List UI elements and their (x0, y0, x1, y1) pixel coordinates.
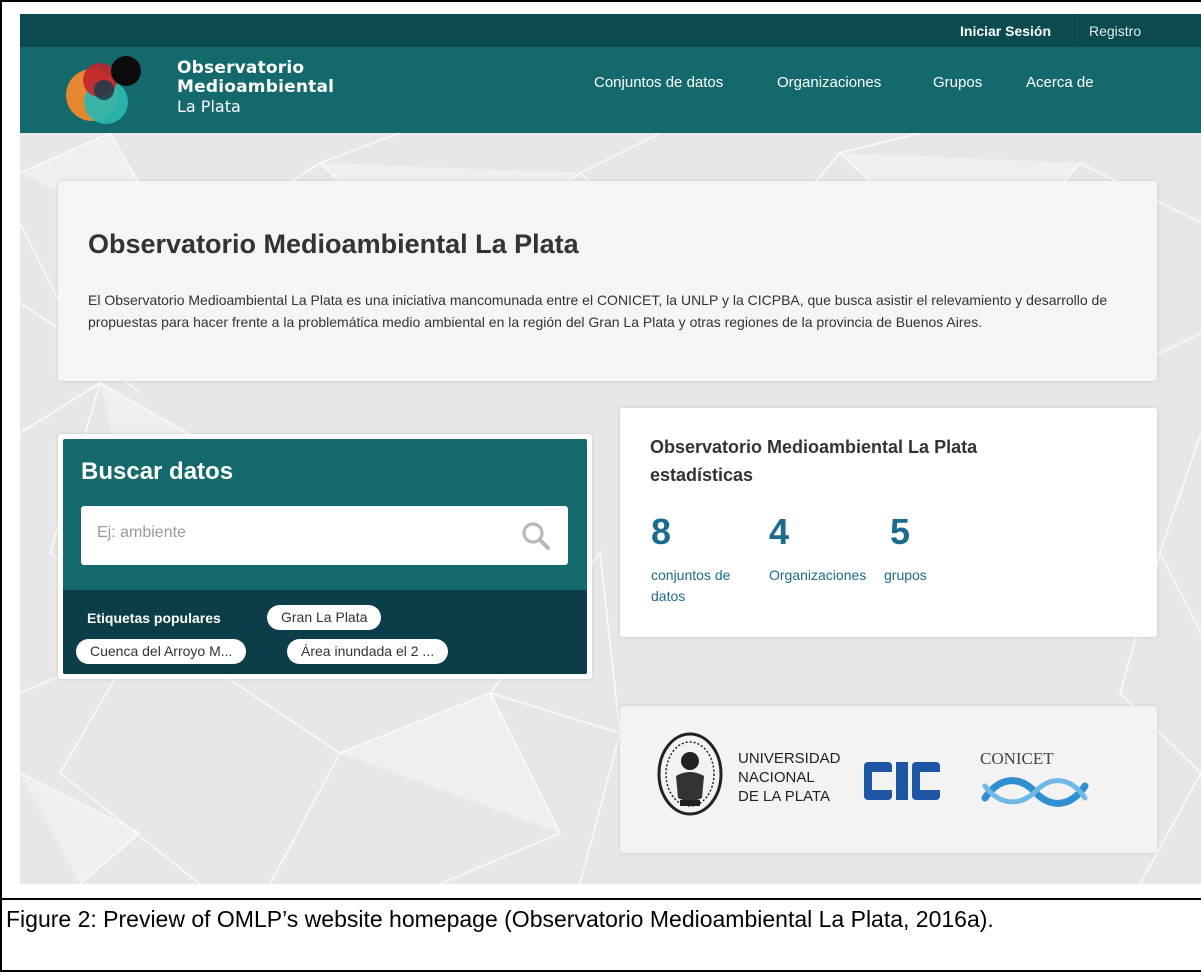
cic-logo-icon (864, 762, 940, 800)
intro-description: El Observatorio Medioambiental La Plata … (88, 292, 1108, 330)
search-title: Buscar datos (81, 458, 234, 485)
popular-tags: Etiquetas populares Gran La Plata Cuenca… (63, 590, 587, 674)
brand-line-2: Medioambiental (177, 77, 335, 97)
website-screenshot: Iniciar Sesión Registro Observatorio Med… (20, 14, 1201, 884)
statistics-panel: Observatorio Medioambiental La Plata est… (620, 408, 1157, 637)
statistics-title: Observatorio Medioambiental La Plata est… (650, 433, 1090, 489)
brand-line-1: Observatorio (177, 58, 305, 78)
unlp-seal-icon (657, 732, 723, 816)
stat-organizations-count[interactable]: 4 (769, 511, 789, 553)
figure-caption: Figure 2: Preview of OMLP’s website home… (6, 906, 994, 932)
nav-datasets[interactable]: Conjuntos de datos (594, 74, 723, 91)
search-input[interactable] (97, 524, 517, 542)
tag-pill[interactable]: Cuenca del Arroyo M... (76, 639, 247, 664)
statistics-title-line-2: estadísticas (650, 465, 754, 485)
stat-groups-label[interactable]: grupos (884, 565, 927, 586)
unlp-name-line-3: DE LA PLATA (738, 788, 830, 805)
account-bar: Iniciar Sesión Registro (20, 14, 1201, 47)
nav-groups[interactable]: Grupos (933, 74, 982, 91)
caption-divider (0, 898, 1201, 900)
stat-datasets-label[interactable]: conjuntos de datos (651, 565, 730, 607)
site-logo-icon[interactable] (56, 47, 146, 127)
register-link[interactable]: Registro (1089, 23, 1141, 39)
page-title: Observatorio Medioambiental La Plata (88, 229, 579, 259)
tag-pill[interactable]: Área inundada el 2 ... (287, 639, 449, 664)
brand-line-3: La Plata (177, 97, 241, 116)
login-link[interactable]: Iniciar Sesión (960, 23, 1051, 39)
partners-panel: UNIVERSIDAD NACIONAL DE LA PLATA CONICET (620, 706, 1157, 853)
intro-panel: Observatorio Medioambiental La Plata El … (58, 181, 1157, 381)
stat-organizations-label[interactable]: Organizaciones (769, 565, 866, 586)
conicet-name: CONICET (980, 749, 1054, 768)
site-brand[interactable]: Observatorio Medioambiental La Plata (177, 59, 334, 117)
account-bar-divider (1077, 14, 1078, 47)
stat-datasets-label-line-1: conjuntos de (651, 567, 731, 583)
statistics-title-line-1: Observatorio Medioambiental La Plata (650, 437, 978, 457)
main-navigation: Observatorio Medioambiental La Plata Con… (20, 47, 1201, 133)
popular-tags-label: Etiquetas populares (87, 610, 221, 626)
tag-pill[interactable]: Gran La Plata (267, 605, 382, 630)
unlp-name-line-2: NACIONAL (738, 769, 815, 786)
search-icon[interactable] (521, 521, 551, 551)
stat-datasets-label-line-2: datos (651, 588, 686, 604)
nav-organizations[interactable]: Organizaciones (777, 74, 881, 91)
search-panel: Buscar datos Etiquetas populares Gran La… (58, 434, 592, 679)
search-box (81, 506, 568, 565)
search-panel-inner: Buscar datos Etiquetas populares Gran La… (63, 439, 587, 674)
nav-about[interactable]: Acerca de (1026, 74, 1094, 91)
unlp-name-line-1: UNIVERSIDAD (738, 750, 841, 767)
stat-datasets-count[interactable]: 8 (651, 511, 671, 553)
partner-logos: UNIVERSIDAD NACIONAL DE LA PLATA CONICET (657, 732, 1089, 816)
stat-groups-count[interactable]: 5 (890, 511, 910, 553)
